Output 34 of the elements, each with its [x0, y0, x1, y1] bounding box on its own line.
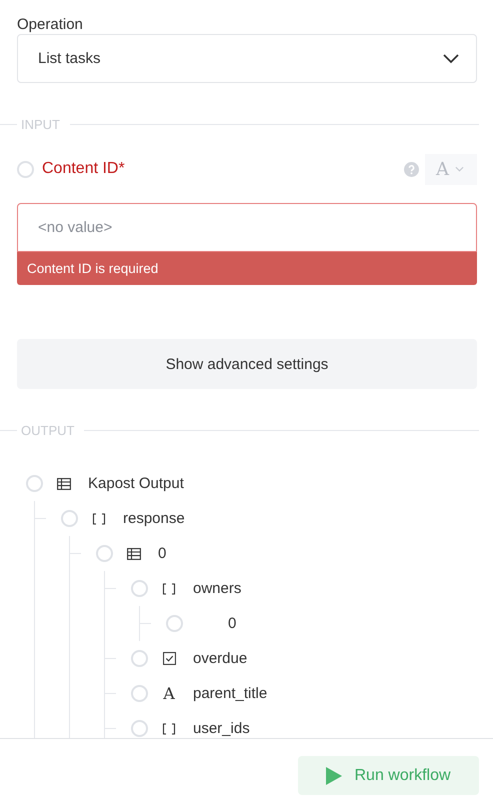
tree-item-label[interactable]: 0 [228, 615, 236, 632]
tree-item-label[interactable]: owners [193, 580, 242, 597]
brackets-icon [162, 582, 176, 594]
radio-button[interactable] [131, 720, 148, 737]
checkbox-icon [162, 652, 176, 665]
radio-button[interactable] [26, 475, 43, 492]
radio-button[interactable] [131, 650, 148, 667]
radio-button[interactable] [17, 160, 34, 178]
brackets-icon [162, 722, 176, 734]
help-icon [404, 162, 419, 176]
radio-button[interactable] [166, 615, 183, 632]
tree-item-label[interactable]: overdue [193, 650, 248, 667]
text-type-icon: A [163, 686, 175, 700]
chevron-down-icon [455, 166, 464, 172]
brackets-icon [92, 512, 106, 524]
tree-item-label[interactable]: Kapost Output [88, 475, 184, 492]
tree-item-label[interactable]: user_ids [193, 720, 250, 737]
radio-button[interactable] [96, 545, 113, 562]
advanced-settings-button[interactable]: Show advanced settings [17, 339, 477, 389]
play-icon [326, 766, 342, 784]
input-field[interactable]: <no value> [17, 203, 477, 252]
tree-item-label[interactable]: response [123, 510, 185, 527]
tree-item-label[interactable]: parent_title [193, 685, 268, 702]
chevron-down-icon [443, 54, 459, 64]
radio-button[interactable] [61, 510, 78, 527]
field-label: Content ID* [42, 160, 125, 178]
error-message: Content ID is required [17, 252, 477, 285]
table-icon [57, 478, 71, 490]
table-icon [127, 548, 141, 560]
radio-button[interactable] [131, 685, 148, 702]
operation-dropdown[interactable]: List tasks [17, 34, 477, 83]
tree-item-label[interactable]: 0 [158, 545, 166, 562]
radio-button[interactable] [131, 580, 148, 597]
field-label: Operation [17, 15, 84, 34]
